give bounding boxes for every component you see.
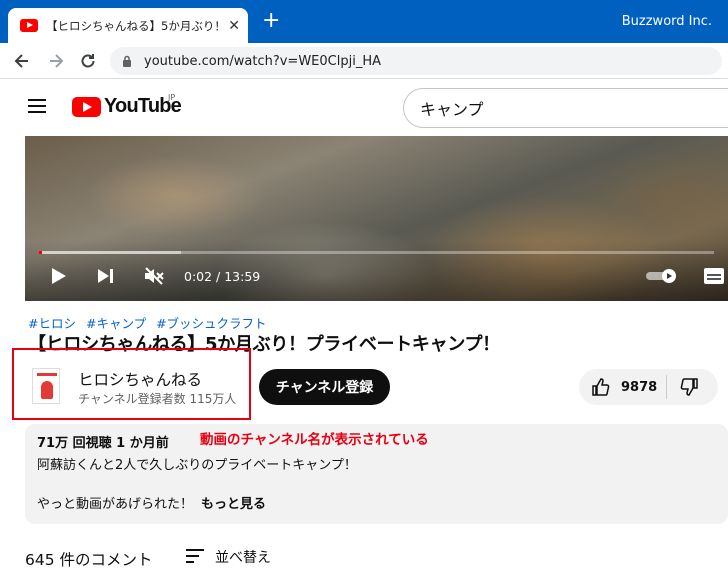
address-bar[interactable]: youtube.com/watch?v=WE0Clpji_HA — [110, 47, 722, 75]
like-dislike-group: 9878 — [579, 369, 718, 405]
lock-icon[interactable] — [122, 55, 132, 67]
back-arrow-icon[interactable] — [12, 51, 32, 71]
hashtag-link[interactable]: #キャンプ — [86, 316, 146, 331]
youtube-header: YouTube JP キャンプ — [0, 80, 728, 136]
search-query: キャンプ — [420, 100, 484, 119]
browser-tab[interactable]: 【ヒロシちゃんねる】5か月ぶり！プライベ ✕ — [8, 8, 248, 43]
sort-button[interactable]: 並べ替え — [215, 547, 271, 567]
hashtag-link[interactable]: #ブッシュクラフト — [156, 316, 266, 331]
thumbs-up-icon[interactable] — [591, 377, 611, 397]
played-bar — [39, 251, 42, 254]
subscriber-count: チャンネル登録者数 115万人 — [78, 392, 237, 406]
profile-name[interactable]: Buzzword Inc. — [622, 14, 712, 29]
description-line: 阿蘇訪くんと2人で久しぶりのプライベートキャンプ！ — [37, 458, 357, 473]
muted-volume-icon[interactable] — [143, 266, 165, 286]
browser-tab-strip: 【ヒロシちゃんねる】5か月ぶり！プライベ ✕ + Buzzword Inc. — [0, 0, 728, 43]
progress-bar[interactable] — [39, 251, 714, 254]
comment-count: 645 件のコメント — [25, 551, 153, 569]
reload-icon[interactable] — [78, 51, 98, 71]
subscribe-button[interactable]: チャンネル登録 — [259, 369, 390, 405]
search-input[interactable]: キャンプ — [403, 88, 728, 128]
description-line: やっと動画があげられた！ もっと見る — [37, 493, 266, 512]
annotation-text: 動画のチャンネル名が表示されている — [200, 432, 429, 448]
like-separator — [666, 375, 667, 399]
sort-icon[interactable] — [186, 549, 204, 563]
url-text: youtube.com/watch?v=WE0Clpji_HA — [144, 53, 381, 69]
buffered-bar — [39, 251, 181, 254]
description-text: やっと動画があげられた！ — [37, 497, 194, 512]
subtitles-icon[interactable] — [703, 267, 725, 285]
hashtag-link[interactable]: #ヒロシ — [28, 316, 76, 331]
playback-time: 0:02 / 13:59 — [184, 269, 261, 284]
channel-name[interactable]: ヒロシちゃんねる — [78, 368, 202, 390]
like-count: 9878 — [621, 379, 658, 395]
region-code: JP — [168, 93, 176, 102]
close-tab-icon[interactable]: ✕ — [228, 19, 240, 33]
show-more-link[interactable]: もっと見る — [201, 497, 266, 512]
youtube-favicon-icon — [20, 19, 38, 32]
hamburger-menu-icon[interactable] — [28, 99, 46, 113]
thumbs-down-icon[interactable] — [679, 377, 699, 397]
view-count-and-date: 71万 回視聴 1 か月前 — [37, 436, 169, 451]
forward-arrow-icon[interactable] — [46, 51, 66, 71]
tab-title: 【ヒロシちゃんねる】5か月ぶり！プライベ — [46, 18, 226, 33]
autoplay-toggle-icon[interactable] — [645, 268, 679, 284]
youtube-logo-icon[interactable] — [72, 97, 101, 117]
browser-toolbar: youtube.com/watch?v=WE0Clpji_HA — [0, 43, 728, 79]
next-icon[interactable] — [97, 268, 115, 284]
video-player[interactable]: 0:02 / 13:59 — [25, 136, 728, 301]
play-icon[interactable] — [51, 267, 67, 285]
new-tab-button[interactable]: + — [262, 10, 280, 32]
channel-avatar[interactable] — [32, 368, 60, 404]
